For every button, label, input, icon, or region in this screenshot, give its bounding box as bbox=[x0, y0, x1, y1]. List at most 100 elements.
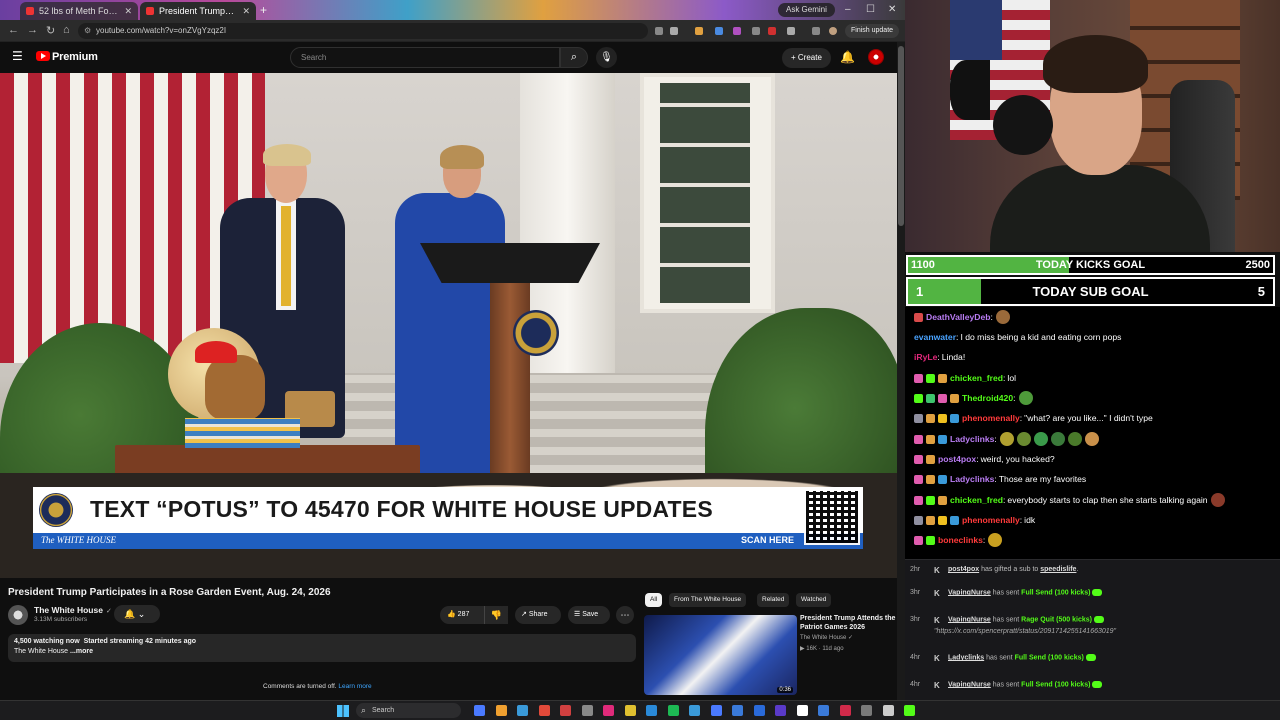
side-panel-icon[interactable] bbox=[812, 27, 820, 35]
account-avatar[interactable] bbox=[868, 49, 884, 65]
youtube-premium-logo[interactable]: Premium bbox=[52, 51, 98, 63]
taskbar-app-icon[interactable] bbox=[861, 705, 872, 716]
close-window-icon[interactable]: ✕ bbox=[888, 4, 896, 15]
bookmark-star-icon[interactable] bbox=[670, 27, 678, 35]
install-icon[interactable] bbox=[655, 27, 663, 35]
hamburger-menu-icon[interactable]: ☰ bbox=[12, 50, 24, 62]
windows-start-icon[interactable] bbox=[337, 705, 349, 717]
event-message[interactable]: "https://x.com/spencerpratt/status/20917… bbox=[934, 628, 1116, 635]
taskbar-app-icon[interactable] bbox=[667, 705, 679, 716]
taskbar-app-icon[interactable] bbox=[495, 705, 507, 716]
podium-top bbox=[420, 243, 600, 283]
finish-update-button[interactable]: Finish update bbox=[845, 24, 900, 38]
site-info-icon[interactable]: ⚙ bbox=[84, 23, 91, 39]
chat-username[interactable]: evanwater bbox=[914, 332, 956, 342]
event-user[interactable]: VapingNurse bbox=[948, 616, 991, 623]
more-options-icon[interactable]: ⋯ bbox=[616, 606, 634, 624]
chat-username[interactable]: Thedroid420 bbox=[962, 393, 1013, 403]
dislike-button[interactable]: 👎 bbox=[484, 606, 508, 624]
create-button[interactable]: + Create bbox=[782, 48, 831, 68]
taskbar-app-icon[interactable] bbox=[839, 705, 851, 716]
learn-more-link[interactable]: Learn more bbox=[338, 683, 371, 690]
save-button[interactable]: ☰ Save bbox=[568, 606, 610, 624]
tab-trump-event[interactable]: President Trump Participat... ✕ bbox=[140, 2, 256, 20]
new-tab-icon[interactable]: + bbox=[260, 3, 267, 17]
extension-icon[interactable] bbox=[752, 27, 760, 35]
search-icon[interactable]: ⌕ bbox=[560, 47, 588, 68]
description-more-link[interactable]: ...more bbox=[70, 648, 93, 655]
taskbar-search[interactable]: Search bbox=[356, 703, 461, 718]
channel-avatar[interactable] bbox=[8, 605, 28, 625]
ask-gemini-button[interactable]: Ask Gemini bbox=[778, 3, 835, 17]
taskbar-app-icon[interactable] bbox=[646, 705, 657, 716]
taskbar-app-icon[interactable] bbox=[818, 705, 829, 716]
taskbar-app-icon[interactable] bbox=[581, 705, 593, 716]
taskbar-app-icon[interactable] bbox=[904, 705, 915, 716]
chat-username[interactable]: iRyLe bbox=[914, 352, 937, 362]
related-title[interactable]: President Trump Attends the Patriot Game… bbox=[800, 614, 900, 632]
taskbar-app-icon[interactable] bbox=[474, 705, 485, 716]
taskbar-app-icon[interactable] bbox=[538, 705, 550, 716]
maximize-icon[interactable]: ☐ bbox=[866, 4, 875, 15]
taskbar-app-icon[interactable] bbox=[710, 705, 722, 716]
extension-icon[interactable] bbox=[715, 27, 723, 35]
chip-from-white-house[interactable]: From The White House bbox=[669, 593, 747, 607]
chip-watched[interactable]: Watched bbox=[796, 593, 832, 607]
youtube-logo-icon[interactable] bbox=[36, 51, 50, 61]
chat-username[interactable]: DeathValleyDeb bbox=[926, 312, 990, 322]
extension-icon[interactable] bbox=[768, 27, 776, 35]
forward-icon[interactable]: → bbox=[27, 24, 38, 36]
reload-icon[interactable]: ↻ bbox=[46, 24, 55, 37]
extension-icon[interactable] bbox=[695, 27, 703, 35]
event-target[interactable]: speedislife bbox=[1040, 566, 1076, 573]
scrollbar-thumb[interactable] bbox=[898, 46, 904, 226]
notification-bell-button[interactable]: 🔔 ⌄ bbox=[114, 605, 160, 623]
chat-username[interactable]: chicken_fred bbox=[950, 495, 1003, 505]
home-icon[interactable]: ⌂ bbox=[63, 24, 70, 36]
chat-username[interactable]: post4pox bbox=[938, 454, 976, 464]
taskbar-app-icon[interactable] bbox=[732, 705, 743, 716]
chat-username[interactable]: phenomenally bbox=[962, 413, 1020, 423]
chat-username[interactable]: phenomenally bbox=[962, 515, 1020, 525]
extension-icon[interactable] bbox=[733, 27, 741, 35]
search-input[interactable]: Search bbox=[290, 47, 560, 68]
taskbar-app-icon[interactable] bbox=[603, 705, 614, 716]
related-thumbnail[interactable]: 0:36 bbox=[644, 615, 797, 695]
taskbar-app-icon[interactable] bbox=[624, 705, 636, 716]
description-box[interactable]: 4,500 watching now Started streaming 42 … bbox=[8, 634, 636, 662]
comments-disabled-notice: Comments are turned off. Learn more bbox=[263, 683, 372, 690]
url-input[interactable]: ⚙ youtube.com/watch?v=onZVgYzqz2I bbox=[78, 23, 648, 39]
taskbar-app-icon[interactable] bbox=[689, 705, 700, 716]
profile-avatar[interactable] bbox=[829, 27, 837, 35]
chat-username[interactable]: Ladyclinks bbox=[950, 474, 994, 484]
extensions-puzzle-icon[interactable] bbox=[787, 27, 795, 35]
taskbar-app-icon[interactable] bbox=[775, 705, 786, 716]
back-icon[interactable]: ← bbox=[8, 24, 19, 36]
taskbar-app-icon[interactable] bbox=[517, 705, 528, 716]
event-user[interactable]: Ladyclinks bbox=[948, 654, 984, 661]
close-tab-icon[interactable]: ✕ bbox=[242, 6, 250, 17]
share-button[interactable]: ↗ Share bbox=[515, 606, 561, 624]
notifications-bell-icon[interactable]: 🔔 bbox=[840, 50, 855, 64]
chat-message: Ladyclinks: bbox=[914, 430, 1099, 448]
taskbar-app-icon[interactable] bbox=[796, 705, 808, 716]
event-user[interactable]: VapingNurse bbox=[948, 681, 991, 688]
taskbar-app-icon[interactable] bbox=[882, 705, 894, 716]
chip-all[interactable]: All bbox=[645, 593, 663, 607]
page-scrollbar[interactable] bbox=[897, 42, 905, 700]
taskbar-app-icon[interactable] bbox=[560, 705, 571, 716]
video-player[interactable]: TEXT “POTUS” TO 45470 FOR WHITE HOUSE UP… bbox=[0, 73, 897, 578]
tab-meth-news[interactable]: 52 lbs of Meth Found in His S... ✕ bbox=[20, 2, 138, 20]
microphone-icon[interactable]: 🎙 bbox=[596, 47, 617, 68]
channel-name[interactable]: The White House ✓ bbox=[34, 605, 112, 615]
minimize-icon[interactable]: – bbox=[845, 4, 851, 15]
event-user[interactable]: post4pox bbox=[948, 566, 979, 573]
chat-username[interactable]: boneclinks bbox=[938, 535, 983, 545]
event-user[interactable]: VapingNurse bbox=[948, 589, 991, 596]
chat-username[interactable]: chicken_fred bbox=[950, 373, 1003, 383]
chat-badge-icon bbox=[938, 413, 947, 423]
chip-related[interactable]: Related bbox=[757, 593, 790, 607]
close-tab-icon[interactable]: ✕ bbox=[124, 6, 132, 17]
chat-username[interactable]: Ladyclinks bbox=[950, 434, 994, 444]
taskbar-app-icon[interactable] bbox=[753, 705, 765, 716]
